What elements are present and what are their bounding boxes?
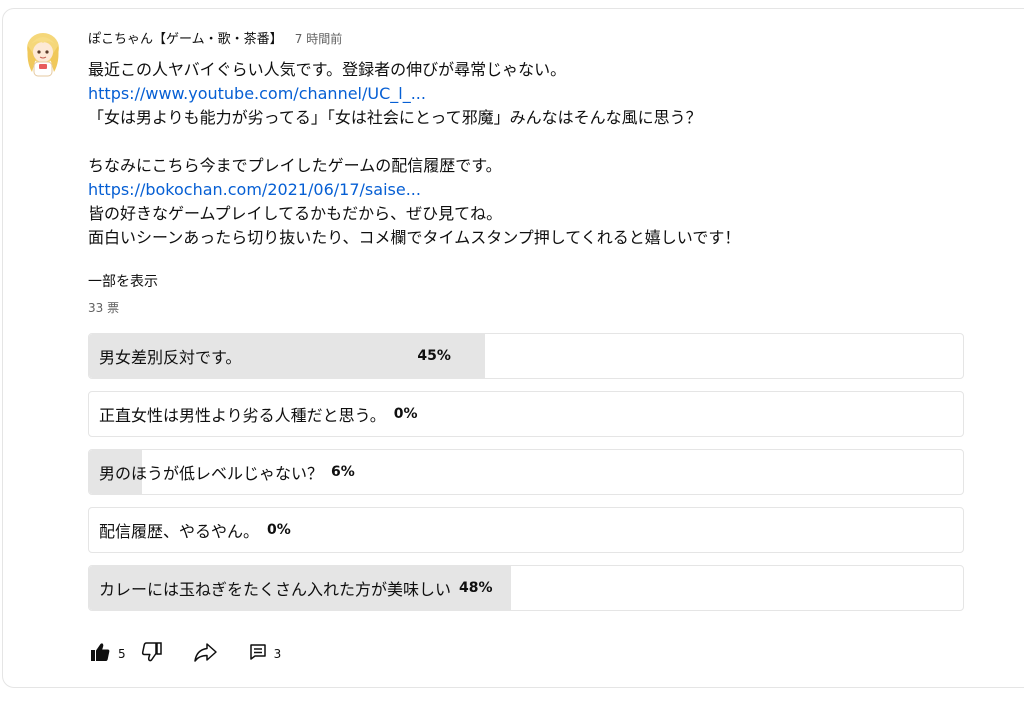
poll-option-label: カレーには玉ねぎをたくさん入れた方が美味しい (99, 580, 452, 599)
poll-option-percent: 0% (393, 406, 418, 422)
post-line: 皆の好きなゲームプレイしてるかもだから、ぜひ見てね。 (88, 204, 503, 223)
post-time[interactable]: 7 時間前 (295, 32, 342, 46)
poll-option-percent: 0% (267, 522, 291, 538)
poll-option-label: 正直女性は男性より劣る人種だと思う。 (99, 406, 386, 425)
vote-count: 33 票 (88, 301, 120, 315)
post-line: 面白いシーンあったら切り抜いたり、コメ欄でタイムスタンプ押してくれると嬉しいです… (88, 228, 741, 247)
comment-icon (248, 642, 268, 666)
avatar[interactable] (22, 28, 64, 78)
thumbs-up-icon (88, 640, 112, 668)
poll-option[interactable]: 男女差別反対です。 45% (88, 333, 964, 379)
poll-option-label: 配信履歴、やるやん。 (99, 522, 260, 541)
poll-option-percent: 6% (331, 464, 355, 480)
poll: 男女差別反対です。 45% 正直女性は男性より劣る人種だと思う。 0% 男のほう… (88, 333, 964, 623)
like-count: 5 (118, 647, 126, 661)
share-button[interactable] (192, 640, 218, 668)
like-button[interactable]: 5 (88, 640, 126, 668)
comment-button[interactable]: 3 (248, 642, 282, 666)
post-line: ちなみにこちら今までプレイしたゲームの配信履歴です。 (88, 156, 502, 175)
post-header: ぽこちゃん【ゲーム・歌・茶番】 7 時間前 (88, 30, 342, 49)
poll-option[interactable]: 配信履歴、やるやん。 0% (88, 507, 964, 553)
action-bar: 5 3 (88, 640, 281, 668)
poll-option[interactable]: カレーには玉ねぎをたくさん入れた方が美味しい 48% (88, 565, 964, 611)
history-link[interactable]: https://bokochan.com/2021/06/17/saise... (88, 180, 421, 199)
poll-option-label: 男女差別反対です。 (99, 348, 242, 367)
poll-option[interactable]: 男のほうが低レベルじゃない？ 6% (88, 449, 964, 495)
dislike-button[interactable] (140, 640, 164, 668)
post-line: 最近この人ヤバイぐらい人気です。登録者の伸びが尋常じゃない。 (88, 60, 567, 79)
post-line: https://www.youtube.com/channel/UC_l_... (88, 82, 968, 106)
poll-option-label: 男のほうが低レベルじゃない？ (99, 464, 324, 483)
poll-option-percent: 48% (459, 580, 493, 596)
thumbs-down-icon (140, 640, 164, 668)
show-more-button[interactable]: 一部を表示 (88, 272, 158, 292)
share-icon (192, 640, 218, 668)
poll-option[interactable]: 正直女性は男性より劣る人種だと思う。 0% (88, 391, 964, 437)
post-line: https://bokochan.com/2021/06/17/saise... (88, 178, 968, 202)
author-name[interactable]: ぽこちゃん【ゲーム・歌・茶番】 (88, 32, 283, 47)
post-line-empty (88, 130, 968, 154)
channel-link[interactable]: https://www.youtube.com/channel/UC_l_... (88, 84, 426, 103)
poll-option-percent: 45% (417, 348, 451, 364)
post-line: 「女は男よりも能力が劣ってる」「女は社会にとって邪魔」みんなはそんな風に思う？ (88, 108, 702, 127)
comment-count: 3 (273, 647, 282, 661)
post-body: 最近この人ヤバイぐらい人気です。登録者の伸びが尋常じゃない。 https://w… (88, 58, 968, 250)
